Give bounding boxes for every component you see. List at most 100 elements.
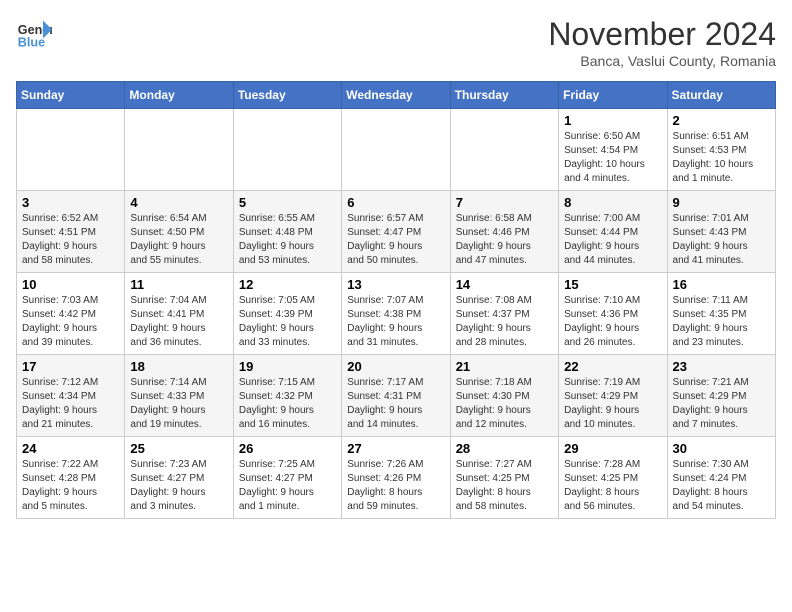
day-info: Sunrise: 7:17 AM Sunset: 4:31 PM Dayligh…: [347, 376, 444, 432]
day-info: Sunrise: 7:07 AM Sunset: 4:38 PM Dayligh…: [347, 294, 444, 350]
day-number: 10: [22, 277, 119, 292]
weekday-header-thursday: Thursday: [450, 82, 558, 109]
day-info: Sunrise: 7:12 AM Sunset: 4:34 PM Dayligh…: [22, 376, 119, 432]
calendar-cell: 25 Sunrise: 7:23 AM Sunset: 4:27 PM Dayli…: [125, 437, 233, 519]
weekday-header-friday: Friday: [559, 82, 667, 109]
day-number: 24: [22, 441, 119, 456]
calendar-cell: 29 Sunrise: 7:28 AM Sunset: 4:25 PM Dayli…: [559, 437, 667, 519]
day-number: 17: [22, 359, 119, 374]
calendar-cell: 23 Sunrise: 7:21 AM Sunset: 4:29 PM Dayli…: [667, 355, 775, 437]
logo-icon: General Blue: [16, 16, 52, 52]
weekday-header-sunday: Sunday: [17, 82, 125, 109]
day-number: 15: [564, 277, 661, 292]
calendar-cell: 28Sunrise: 7:27 AM Sunset: 4:25 PM Dayli…: [450, 437, 558, 519]
calendar-cell: 3Sunrise: 6:52 AM Sunset: 4:51 PM Daylig…: [17, 191, 125, 273]
calendar-cell: 19 Sunrise: 7:15 AM Sunset: 4:32 PM Dayli…: [233, 355, 341, 437]
calendar-week-3: 10 Sunrise: 7:03 AM Sunset: 4:42 PM Dayli…: [17, 273, 776, 355]
calendar-cell: 21Sunrise: 7:18 AM Sunset: 4:30 PM Dayli…: [450, 355, 558, 437]
weekday-header-wednesday: Wednesday: [342, 82, 450, 109]
day-number: 29: [564, 441, 661, 456]
day-number: 3: [22, 195, 119, 210]
day-info: Sunrise: 6:50 AM Sunset: 4:54 PM Dayligh…: [564, 130, 661, 186]
calendar-cell: 14 Sunrise: 7:08 AM Sunset: 4:37 PM Dayli…: [450, 273, 558, 355]
calendar-cell: 4Sunrise: 6:54 AM Sunset: 4:50 PM Daylig…: [125, 191, 233, 273]
day-number: 11: [130, 277, 227, 292]
day-number: 20: [347, 359, 444, 374]
calendar-cell: [342, 109, 450, 191]
page-header: General Blue November 2024 Banca, Vaslui…: [16, 16, 776, 69]
calendar-cell: 26 Sunrise: 7:25 AM Sunset: 4:27 PM Dayli…: [233, 437, 341, 519]
calendar-cell: 11 Sunrise: 7:04 AM Sunset: 4:41 PM Dayli…: [125, 273, 233, 355]
calendar-cell: 24 Sunrise: 7:22 AM Sunset: 4:28 PM Dayli…: [17, 437, 125, 519]
weekday-header-saturday: Saturday: [667, 82, 775, 109]
calendar-cell: 9 Sunrise: 7:01 AM Sunset: 4:43 PM Daylig…: [667, 191, 775, 273]
day-number: 16: [673, 277, 770, 292]
calendar-cell: [450, 109, 558, 191]
day-info: Sunrise: 7:19 AM Sunset: 4:29 PM Dayligh…: [564, 376, 661, 432]
day-info: Sunrise: 7:23 AM Sunset: 4:27 PM Dayligh…: [130, 458, 227, 514]
day-number: 27: [347, 441, 444, 456]
calendar-cell: 17 Sunrise: 7:12 AM Sunset: 4:34 PM Dayli…: [17, 355, 125, 437]
day-number: 25: [130, 441, 227, 456]
calendar-week-2: 3Sunrise: 6:52 AM Sunset: 4:51 PM Daylig…: [17, 191, 776, 273]
logo: General Blue: [16, 16, 52, 52]
day-info: Sunrise: 7:08 AM Sunset: 4:37 PM Dayligh…: [456, 294, 553, 350]
calendar-cell: 20 Sunrise: 7:17 AM Sunset: 4:31 PM Dayli…: [342, 355, 450, 437]
calendar-cell: 8 Sunrise: 7:00 AM Sunset: 4:44 PM Daylig…: [559, 191, 667, 273]
day-info: Sunrise: 7:14 AM Sunset: 4:33 PM Dayligh…: [130, 376, 227, 432]
day-info: Sunrise: 6:55 AM Sunset: 4:48 PM Dayligh…: [239, 212, 336, 268]
weekday-header-monday: Monday: [125, 82, 233, 109]
day-info: Sunrise: 7:18 AM Sunset: 4:30 PM Dayligh…: [456, 376, 553, 432]
day-info: Sunrise: 7:03 AM Sunset: 4:42 PM Dayligh…: [22, 294, 119, 350]
day-info: Sunrise: 7:22 AM Sunset: 4:28 PM Dayligh…: [22, 458, 119, 514]
day-info: Sunrise: 6:57 AM Sunset: 4:47 PM Dayligh…: [347, 212, 444, 268]
calendar-week-1: 1 Sunrise: 6:50 AM Sunset: 4:54 PM Daylig…: [17, 109, 776, 191]
day-info: Sunrise: 7:00 AM Sunset: 4:44 PM Dayligh…: [564, 212, 661, 268]
calendar-cell: 18Sunrise: 7:14 AM Sunset: 4:33 PM Dayli…: [125, 355, 233, 437]
weekday-header-tuesday: Tuesday: [233, 82, 341, 109]
day-info: Sunrise: 7:30 AM Sunset: 4:24 PM Dayligh…: [673, 458, 770, 514]
location-subtitle: Banca, Vaslui County, Romania: [548, 53, 776, 69]
day-number: 9: [673, 195, 770, 210]
day-info: Sunrise: 7:27 AM Sunset: 4:25 PM Dayligh…: [456, 458, 553, 514]
day-info: Sunrise: 7:15 AM Sunset: 4:32 PM Dayligh…: [239, 376, 336, 432]
svg-text:Blue: Blue: [18, 36, 45, 50]
day-number: 22: [564, 359, 661, 374]
calendar-cell: 5Sunrise: 6:55 AM Sunset: 4:48 PM Daylig…: [233, 191, 341, 273]
calendar-cell: 12Sunrise: 7:05 AM Sunset: 4:39 PM Dayli…: [233, 273, 341, 355]
day-number: 1: [564, 113, 661, 128]
calendar-cell: 2Sunrise: 6:51 AM Sunset: 4:53 PM Daylig…: [667, 109, 775, 191]
month-title: November 2024: [548, 16, 776, 53]
calendar-cell: [125, 109, 233, 191]
day-number: 30: [673, 441, 770, 456]
calendar-cell: 7Sunrise: 6:58 AM Sunset: 4:46 PM Daylig…: [450, 191, 558, 273]
calendar-week-5: 24 Sunrise: 7:22 AM Sunset: 4:28 PM Dayli…: [17, 437, 776, 519]
calendar-cell: 10 Sunrise: 7:03 AM Sunset: 4:42 PM Dayli…: [17, 273, 125, 355]
day-number: 23: [673, 359, 770, 374]
day-info: Sunrise: 7:26 AM Sunset: 4:26 PM Dayligh…: [347, 458, 444, 514]
calendar-cell: 27 Sunrise: 7:26 AM Sunset: 4:26 PM Dayli…: [342, 437, 450, 519]
calendar-cell: [17, 109, 125, 191]
day-number: 8: [564, 195, 661, 210]
day-info: Sunrise: 7:11 AM Sunset: 4:35 PM Dayligh…: [673, 294, 770, 350]
calendar-cell: 30 Sunrise: 7:30 AM Sunset: 4:24 PM Dayli…: [667, 437, 775, 519]
day-info: Sunrise: 7:01 AM Sunset: 4:43 PM Dayligh…: [673, 212, 770, 268]
day-info: Sunrise: 6:58 AM Sunset: 4:46 PM Dayligh…: [456, 212, 553, 268]
day-number: 14: [456, 277, 553, 292]
day-info: Sunrise: 7:28 AM Sunset: 4:25 PM Dayligh…: [564, 458, 661, 514]
calendar-cell: 6Sunrise: 6:57 AM Sunset: 4:47 PM Daylig…: [342, 191, 450, 273]
calendar-cell: [233, 109, 341, 191]
day-number: 19: [239, 359, 336, 374]
calendar-cell: 22 Sunrise: 7:19 AM Sunset: 4:29 PM Dayli…: [559, 355, 667, 437]
day-info: Sunrise: 7:21 AM Sunset: 4:29 PM Dayligh…: [673, 376, 770, 432]
title-block: November 2024 Banca, Vaslui County, Roma…: [548, 16, 776, 69]
calendar-cell: 16 Sunrise: 7:11 AM Sunset: 4:35 PM Dayli…: [667, 273, 775, 355]
day-info: Sunrise: 7:05 AM Sunset: 4:39 PM Dayligh…: [239, 294, 336, 350]
day-number: 26: [239, 441, 336, 456]
day-number: 4: [130, 195, 227, 210]
day-info: Sunrise: 7:25 AM Sunset: 4:27 PM Dayligh…: [239, 458, 336, 514]
day-info: Sunrise: 6:51 AM Sunset: 4:53 PM Dayligh…: [673, 130, 770, 186]
day-info: Sunrise: 7:10 AM Sunset: 4:36 PM Dayligh…: [564, 294, 661, 350]
calendar-cell: 13Sunrise: 7:07 AM Sunset: 4:38 PM Dayli…: [342, 273, 450, 355]
day-info: Sunrise: 7:04 AM Sunset: 4:41 PM Dayligh…: [130, 294, 227, 350]
